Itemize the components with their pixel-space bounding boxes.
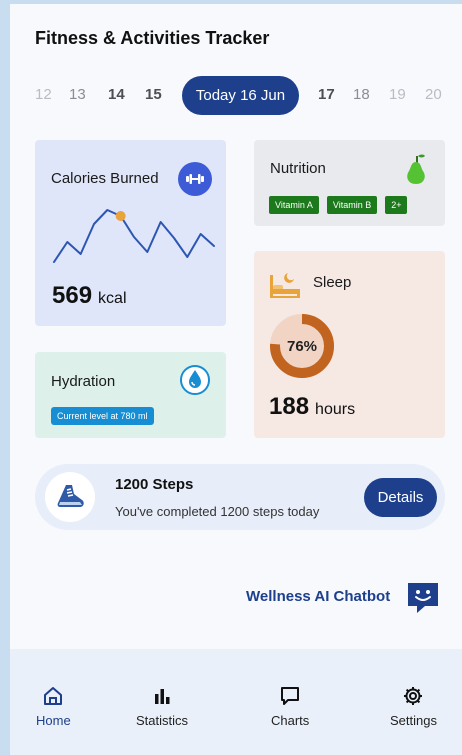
date-item[interactable]: 17 xyxy=(318,86,335,103)
date-selector: 12 13 14 15 Today 16 Jun 17 18 19 20 xyxy=(10,76,462,116)
bottom-navigation: Home Statistics Charts Settings xyxy=(10,649,462,755)
nutrition-title: Nutrition xyxy=(270,160,326,177)
date-item[interactable]: 20 xyxy=(425,86,442,103)
home-icon xyxy=(44,687,63,705)
date-item[interactable]: 15 xyxy=(145,86,162,103)
nav-item-charts[interactable]: Charts xyxy=(271,685,309,728)
steps-subtitle: You've completed 1200 steps today xyxy=(115,504,320,519)
hydration-level-badge: Current level at 780 ml xyxy=(51,407,154,425)
steps-card[interactable]: 1200 Steps You've completed 1200 steps t… xyxy=(35,464,445,530)
bed-icon xyxy=(270,273,300,298)
calories-card[interactable]: Calories Burned 569 kcal xyxy=(35,140,226,326)
calories-value: 569 xyxy=(52,282,93,309)
chat-bubble-icon xyxy=(281,687,300,705)
hydration-title: Hydration xyxy=(51,373,116,390)
sleep-value-row: 188 hours xyxy=(269,393,355,421)
nav-item-settings[interactable]: Settings xyxy=(390,685,437,728)
bar-chart-icon xyxy=(155,689,170,704)
sleep-percent: 76% xyxy=(286,337,318,355)
date-item[interactable]: 12 xyxy=(35,86,52,103)
page-title: Fitness & Activities Tracker xyxy=(35,28,270,48)
app-screen: Fitness & Activities Tracker 12 13 14 15… xyxy=(10,4,462,755)
chatbot-label[interactable]: Wellness AI Chatbot xyxy=(246,588,390,605)
nav-label: Settings xyxy=(390,713,437,728)
sleep-value: 188 xyxy=(269,393,310,420)
pear-icon xyxy=(407,154,425,184)
date-item[interactable]: 13 xyxy=(69,86,86,103)
calories-trend-marker xyxy=(115,211,126,221)
calories-trend-chart xyxy=(53,209,215,263)
nutrition-tags: Vitamin A Vitamin B 2+ xyxy=(269,196,408,214)
gear-icon xyxy=(404,687,423,705)
calories-value-row: 569 kcal xyxy=(52,282,127,310)
nav-label: Statistics xyxy=(136,713,189,728)
water-drop-icon xyxy=(180,365,210,395)
nutrition-tag[interactable]: Vitamin A xyxy=(269,196,319,214)
hydration-card[interactable]: Hydration Current level at 780 ml xyxy=(35,352,226,438)
calories-trend-line xyxy=(53,209,215,263)
nav-item-statistics[interactable]: Statistics xyxy=(136,685,188,728)
running-shoe-icon xyxy=(45,472,95,522)
date-item[interactable]: 19 xyxy=(389,86,406,103)
calories-unit: kcal xyxy=(98,290,127,307)
sleep-unit: hours xyxy=(315,401,356,418)
nav-label: Charts xyxy=(271,713,310,728)
steps-title: 1200 Steps xyxy=(115,476,194,493)
calories-title: Calories Burned xyxy=(51,170,159,187)
date-item[interactable]: 14 xyxy=(108,86,125,103)
dumbbell-icon xyxy=(178,162,212,196)
date-item[interactable]: 18 xyxy=(353,86,370,103)
details-button[interactable]: Details xyxy=(364,478,437,517)
nav-label: Home xyxy=(36,713,71,728)
nutrition-card[interactable]: Nutrition Vitamin A Vitamin B 2+ xyxy=(254,140,445,226)
sleep-card[interactable]: Sleep 76% 188 hours xyxy=(254,251,445,438)
chatbot-icon[interactable] xyxy=(405,580,441,616)
nav-item-home[interactable]: Home xyxy=(36,685,71,728)
date-item-today[interactable]: Today 16 Jun xyxy=(182,76,299,115)
nutrition-tag-more[interactable]: 2+ xyxy=(385,196,408,214)
sleep-title: Sleep xyxy=(313,274,352,291)
nutrition-tag[interactable]: Vitamin B xyxy=(326,196,378,214)
